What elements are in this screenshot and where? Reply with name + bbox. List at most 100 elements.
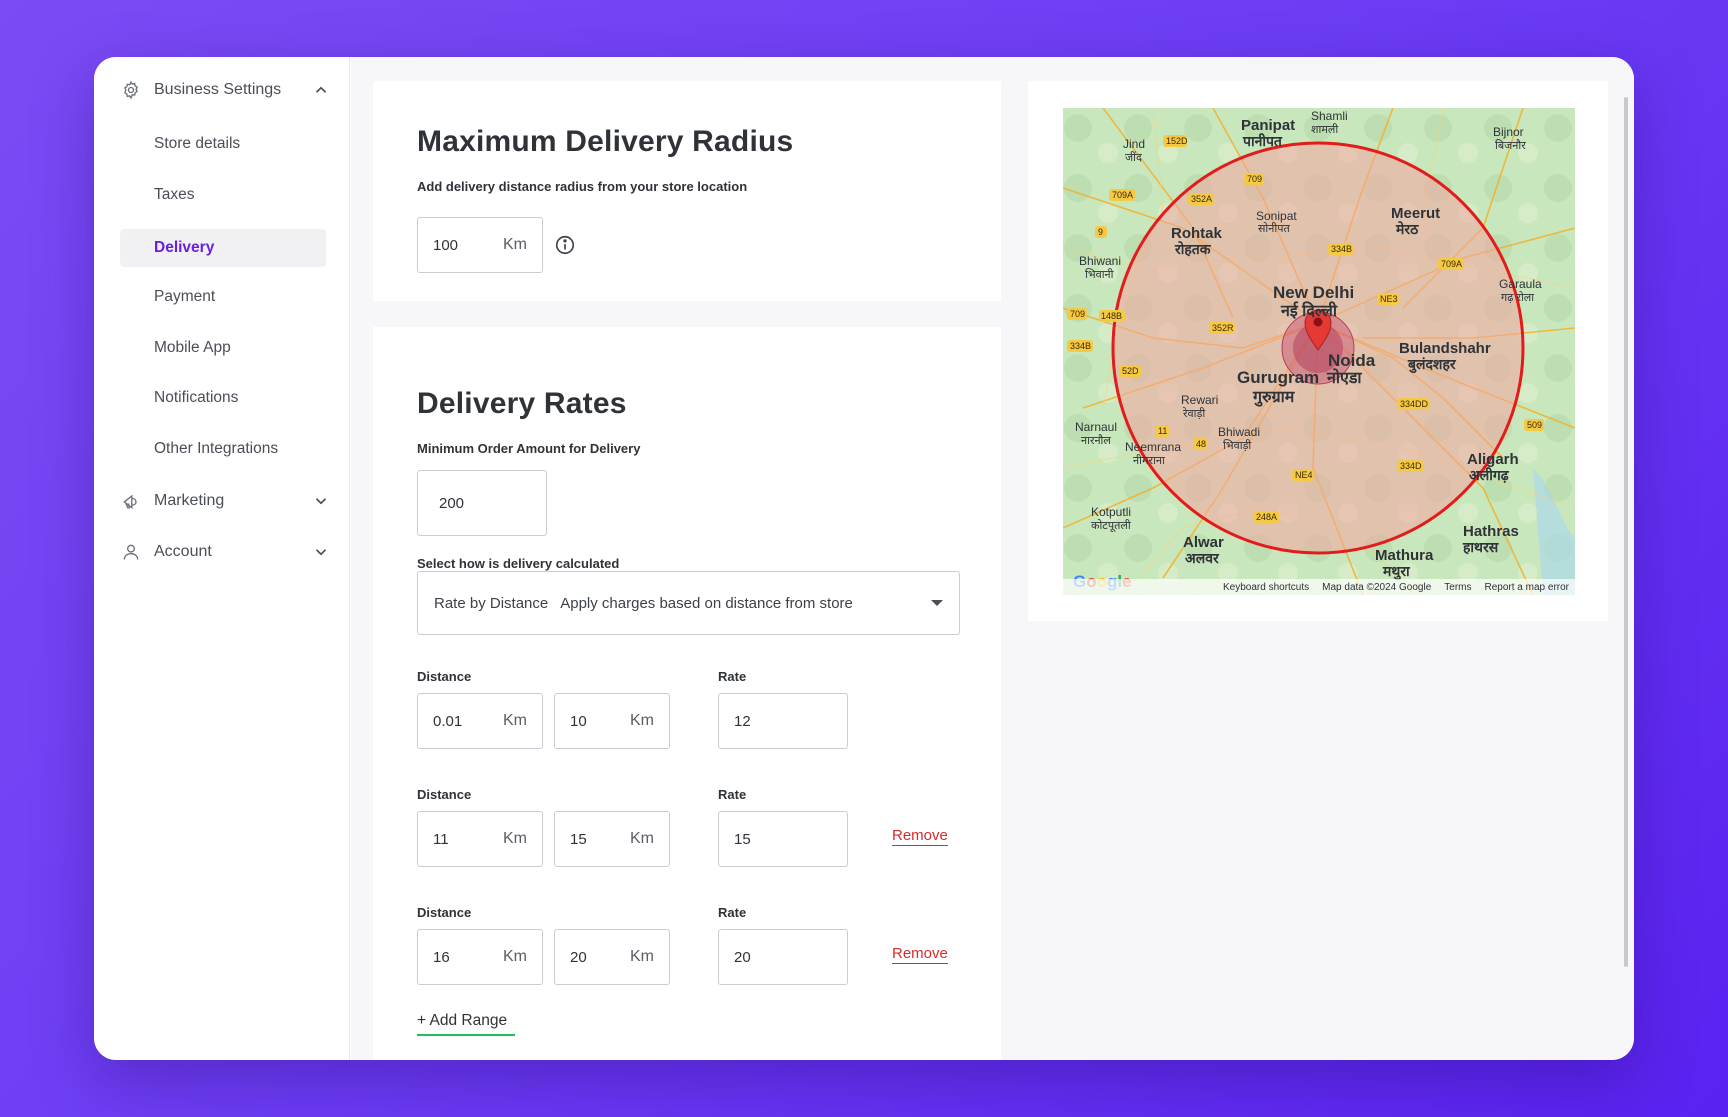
- dropdown-caret-icon: [931, 600, 943, 606]
- sidebar-item-other-integrations[interactable]: Other Integrations: [120, 430, 326, 468]
- range-to-unit: Km: [630, 948, 654, 965]
- map-city-sonipat-local: सोनीपत: [1258, 222, 1290, 235]
- calc-method-title: Rate by Distance: [434, 594, 549, 612]
- svg-text:9: 9: [1098, 227, 1103, 237]
- range-rate-input[interactable]: 20: [718, 929, 848, 985]
- max-radius-title: Maximum Delivery Radius: [417, 125, 794, 158]
- map-city-alwar: Alwar: [1183, 534, 1224, 551]
- max-radius-card: Maximum Delivery Radius Add delivery dis…: [373, 81, 1001, 301]
- range-to-input[interactable]: 15 Km: [554, 811, 670, 867]
- nav-group-marketing[interactable]: Marketing: [120, 483, 330, 519]
- svg-text:709A: 709A: [1441, 259, 1462, 269]
- range-to-input[interactable]: 10 Km: [554, 693, 670, 749]
- map-view[interactable]: Panipat पानीपत Shamli शामली Jind जींद So…: [1063, 108, 1575, 595]
- map-report-error-link[interactable]: Report a map error: [1485, 582, 1569, 593]
- distance-label: Distance: [417, 787, 472, 802]
- svg-text:334B: 334B: [1331, 244, 1352, 254]
- sidebar-item-taxes[interactable]: Taxes: [120, 176, 326, 214]
- sidebar-item-store-details[interactable]: Store details: [120, 125, 326, 163]
- sidebar-item-mobile-app[interactable]: Mobile App: [120, 329, 326, 367]
- min-order-input[interactable]: 200: [417, 470, 547, 536]
- rate-label: Rate: [718, 905, 747, 920]
- svg-text:148B: 148B: [1101, 311, 1122, 321]
- map-highway-shield: 709A: [1109, 189, 1135, 201]
- remove-range-button[interactable]: Remove: [892, 945, 948, 964]
- map-city-jind: Jind: [1123, 137, 1145, 151]
- range-rate-input[interactable]: 12: [718, 693, 848, 749]
- map-terms-link[interactable]: Terms: [1444, 582, 1471, 593]
- sidebar-item-payment[interactable]: Payment: [120, 278, 326, 316]
- map-highway-shield: 352R: [1209, 322, 1235, 334]
- min-order-label: Minimum Order Amount for Delivery: [417, 441, 641, 456]
- range-to-input[interactable]: 20 Km: [554, 929, 670, 985]
- map-city-bijnor: Bijnor: [1493, 125, 1524, 139]
- distance-label: Distance: [417, 669, 472, 684]
- map-city-kotputli: Kotputli: [1091, 505, 1131, 519]
- rate-label: Rate: [718, 669, 747, 684]
- range-from-input[interactable]: 11 Km: [417, 811, 543, 867]
- radius-unit: Km: [503, 236, 527, 253]
- range-from-value: 16: [433, 948, 450, 966]
- range-from-unit: Km: [503, 712, 527, 729]
- svg-text:152D: 152D: [1166, 136, 1188, 146]
- range-from-input[interactable]: 0.01 Km: [417, 693, 543, 749]
- user-icon: [120, 541, 142, 563]
- map-city-sonipat: Sonipat: [1256, 209, 1297, 223]
- map-city-narnaul: Narnaul: [1075, 420, 1117, 434]
- map-highway-shield: 709: [1244, 173, 1264, 185]
- radius-value: 100: [433, 236, 459, 254]
- map-city-meerut: Meerut: [1391, 205, 1440, 222]
- map-highway-shield: 52D: [1119, 365, 1141, 377]
- chevron-down-icon: [312, 492, 330, 510]
- distance-label: Distance: [417, 905, 472, 920]
- sidebar-item-notifications[interactable]: Notifications: [120, 379, 326, 417]
- svg-text:709: 709: [1247, 174, 1262, 184]
- megaphone-icon: [120, 490, 142, 512]
- svg-text:709: 709: [1070, 309, 1085, 319]
- map-city-gurugram: Gurugram: [1237, 368, 1319, 387]
- add-range-button[interactable]: + Add Range: [417, 1012, 516, 1036]
- range-to-unit: Km: [630, 830, 654, 847]
- main-content: Maximum Delivery Radius Add delivery dis…: [351, 57, 1634, 1060]
- gear-icon: [120, 79, 142, 101]
- map-footer: Keyboard shortcuts Map data ©2024 Google…: [1063, 579, 1575, 595]
- min-order-value: 200: [439, 494, 465, 512]
- range-to-value: 20: [570, 948, 587, 966]
- radius-input[interactable]: 100 Km: [417, 217, 543, 273]
- map-city-rewari: Rewari: [1181, 393, 1218, 407]
- remove-range-button[interactable]: Remove: [892, 827, 948, 846]
- svg-text:52D: 52D: [1122, 366, 1139, 376]
- range-rate-value: 15: [734, 830, 751, 848]
- svg-text:509: 509: [1527, 420, 1542, 430]
- map-city-bhiwadi: Bhiwadi: [1218, 425, 1260, 439]
- map-highway-shield: NE3: [1377, 293, 1399, 305]
- svg-text:352R: 352R: [1212, 323, 1234, 333]
- chevron-down-icon: [312, 543, 330, 561]
- map-city-narnaul-local: नारनौल: [1081, 434, 1111, 447]
- range-rate-input[interactable]: 15: [718, 811, 848, 867]
- nav-group-business-settings[interactable]: Business Settings: [120, 72, 330, 108]
- calc-method-desc: Apply charges based on distance from sto…: [560, 594, 853, 612]
- range-to-unit: Km: [630, 712, 654, 729]
- info-icon[interactable]: [554, 234, 576, 256]
- map-city-gurugram-local: गुरुग्राम: [1252, 389, 1296, 407]
- map-highway-shield: 334DD: [1397, 398, 1429, 410]
- sidebar-item-delivery[interactable]: Delivery: [120, 229, 326, 267]
- svg-text:248A: 248A: [1256, 512, 1277, 522]
- map-city-garaula-local: गढ़ रोला: [1501, 291, 1534, 304]
- range-from-input[interactable]: 16 Km: [417, 929, 543, 985]
- map-data-attribution: Map data ©2024 Google: [1322, 581, 1432, 593]
- map-keyboard-shortcuts-link[interactable]: Keyboard shortcuts: [1223, 582, 1309, 593]
- scrollbar[interactable]: [1624, 97, 1628, 967]
- nav-group-account[interactable]: Account: [120, 534, 330, 570]
- map-city-new-delhi: New Delhi: [1273, 283, 1354, 302]
- range-from-value: 0.01: [433, 712, 463, 730]
- map-highway-shield: 709A: [1438, 258, 1464, 270]
- svg-text:NE4: NE4: [1295, 470, 1313, 480]
- map-city-aligarh: Aligarh: [1467, 451, 1519, 468]
- account-label: Account: [154, 543, 212, 560]
- calc-method-select[interactable]: Rate by Distance Apply charges based on …: [417, 571, 960, 635]
- calc-method-label: Select how is delivery calculated: [417, 556, 620, 571]
- range-from-unit: Km: [503, 948, 527, 965]
- svg-text:334B: 334B: [1070, 341, 1091, 351]
